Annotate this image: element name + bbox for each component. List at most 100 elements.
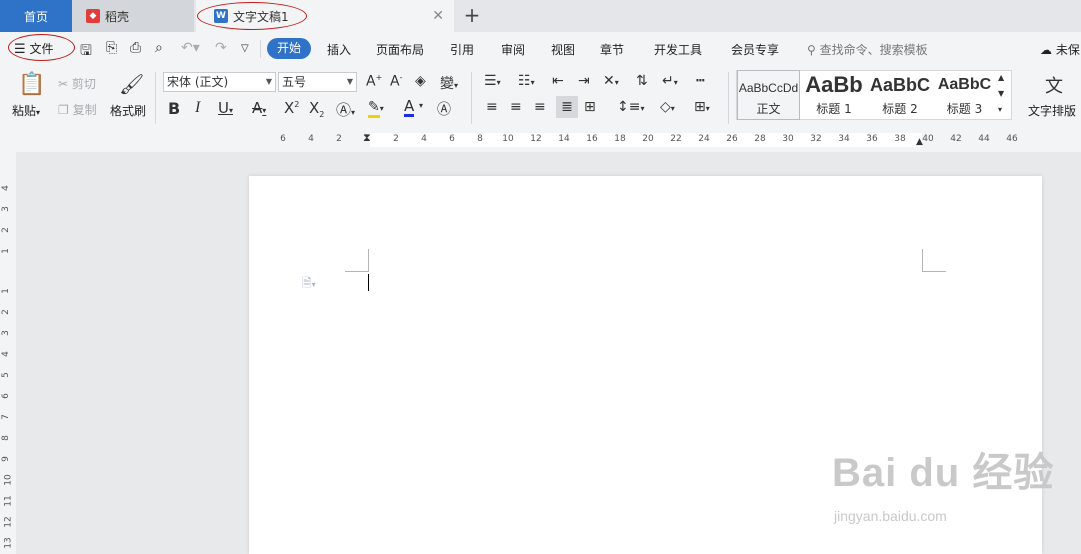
print-icon[interactable]: ⎙ [130, 40, 141, 56]
format-painter-icon[interactable]: 🖌 [119, 72, 144, 96]
style-heading-3[interactable]: AaBbC 标题 3 [933, 70, 996, 120]
undo-icon[interactable]: ↶▾ [181, 40, 200, 56]
cloud-status[interactable]: ☁ 未保 [1040, 41, 1080, 58]
paste-icon[interactable]: 📋 [18, 72, 45, 97]
superscript-icon[interactable]: X2 [284, 99, 299, 117]
ruler-tick: 24 [698, 134, 710, 144]
margin-corner-right [922, 249, 946, 272]
redo-icon[interactable]: ↷ [215, 40, 227, 56]
ruler-tick: 10 [502, 134, 514, 144]
paste-label: 粘贴 [12, 104, 37, 118]
ruler-tick: 13 [3, 537, 14, 549]
copy-button[interactable]: ❐ 复制 [58, 101, 97, 118]
char-border-icon[interactable]: Ⓐ [437, 99, 451, 119]
cut-button[interactable]: ✂ 剪切 [58, 75, 96, 92]
font-size-value: 五号 [282, 75, 307, 89]
menu-tab-insert[interactable]: 插入 [327, 41, 351, 58]
show-marks-icon[interactable]: ↵▾ [662, 73, 678, 89]
shading-icon[interactable]: ◇▾ [660, 99, 675, 115]
ruler-tick: 14 [558, 134, 570, 144]
menu-tab-chapter[interactable]: 章节 [600, 41, 624, 58]
docer-icon: ◆ [86, 9, 100, 23]
indent-marker-icon[interactable]: ⧗ [363, 131, 371, 145]
cloud-icon: ☁ [1040, 43, 1052, 57]
bullet-list-icon[interactable]: ☰▾ [484, 73, 501, 89]
font-name-value: 宋体 (正文) [167, 75, 229, 89]
menu-tab-view[interactable]: 视图 [551, 41, 575, 58]
style-preview: AaBbC [869, 75, 930, 95]
clear-format-icon[interactable]: ◈ [415, 73, 426, 89]
align-left-icon[interactable]: ≡ [486, 99, 498, 115]
style-preview: AaBbC [937, 76, 992, 93]
font-color-icon[interactable]: A [404, 98, 415, 117]
highlight-icon[interactable]: ✎▾ [368, 99, 384, 118]
menu-tab-start[interactable]: 开始 [267, 38, 311, 59]
paste-button[interactable]: 粘贴▾ [12, 102, 40, 119]
close-tab-icon[interactable]: ✕ [432, 8, 444, 24]
menu-tab-references[interactable]: 引用 [450, 41, 474, 58]
menu-tab-member[interactable]: 会员专享 [731, 41, 779, 58]
align-center-icon[interactable]: ≡ [510, 99, 522, 115]
tab-home[interactable]: 首页 [0, 0, 72, 32]
decrease-indent-icon[interactable]: ⇤ [552, 73, 564, 89]
ruler-tick: 9 [0, 456, 11, 462]
ruler-tick: 3 [0, 206, 11, 212]
style-label: 正文 [756, 102, 781, 116]
divider [260, 40, 261, 58]
font-name-select[interactable]: 宋体 (正文) ▼ [163, 72, 276, 92]
strikethrough-icon[interactable]: A▾ [252, 99, 266, 117]
ruler-tick: 6 [280, 134, 286, 144]
chevron-down-icon[interactable]: ▾ [419, 101, 423, 110]
line-spacing-icon[interactable]: ↕≡▾ [617, 99, 644, 115]
copy-label: 复制 [72, 103, 97, 117]
baidu-watermark-url: jingyan.baidu.com [834, 508, 947, 524]
menu-tab-page-layout[interactable]: 页面布局 [376, 41, 424, 58]
style-label: 标题 3 [946, 102, 983, 116]
save-icon[interactable]: 🖫 [80, 40, 92, 64]
menu-tab-developer[interactable]: 开发工具 [654, 41, 702, 58]
text-layout-button[interactable]: 文字排版 [1028, 102, 1076, 119]
text-layout-icon[interactable]: ⽂ [1045, 72, 1063, 98]
underline-icon[interactable]: U▾ [218, 99, 233, 117]
tab-bar: 首页 ◆ 稻壳 W 文字文稿1 ✕ + [0, 0, 1081, 32]
style-label: 标题 1 [816, 102, 852, 116]
subscript-icon[interactable]: X2 [309, 99, 324, 119]
tab-docer[interactable]: ◆ 稻壳 [72, 0, 194, 32]
ruler-tick: 12 [530, 134, 542, 144]
paragraph-layout-icon[interactable]: 🗎▾ [302, 274, 316, 295]
shrink-font-icon[interactable]: A- [390, 73, 402, 90]
style-heading-2[interactable]: AaBbC 标题 2 [867, 70, 933, 120]
divider [471, 72, 472, 124]
command-search[interactable]: ⚲ 查找命令、搜索模板 [807, 41, 928, 58]
format-painter-button[interactable]: 格式刷 [110, 102, 146, 119]
font-size-select[interactable]: 五号 ▼ [278, 72, 357, 92]
command-search-label: 查找命令、搜索模板 [819, 43, 928, 57]
borders-icon[interactable]: ⊞▾ [694, 99, 710, 115]
text-effect-icon[interactable]: Ⓐ▾ [336, 99, 355, 120]
style-preview: AaBb [805, 72, 863, 97]
chinese-layout-icon[interactable]: ✕▾ [603, 73, 619, 89]
bold-icon[interactable]: B [168, 99, 180, 118]
new-tab-button[interactable]: + [460, 3, 484, 27]
customize-toolbar-icon[interactable]: ▽ [241, 43, 249, 54]
style-normal[interactable]: AaBbCcDd 正文 [737, 70, 800, 120]
ruler-tick: 4 [0, 351, 11, 357]
ruler-tick: 6 [0, 393, 11, 399]
sort-icon[interactable]: ⇅ [636, 73, 648, 89]
export-icon[interactable]: ⎘ [106, 40, 117, 56]
italic-icon[interactable]: I [195, 99, 200, 117]
distributed-align-icon[interactable]: ⊞ [584, 99, 596, 115]
phonetic-guide-icon[interactable]: 變▾ [440, 73, 458, 93]
grow-font-icon[interactable]: A+ [366, 73, 382, 90]
increase-indent-icon[interactable]: ⇥ [578, 73, 590, 89]
styles-scroll-icon[interactable]: ▲ ▼ ▾ [998, 70, 1004, 118]
menu-tab-review[interactable]: 审阅 [501, 41, 525, 58]
ruler-tick: 40 [922, 134, 934, 144]
align-right-icon[interactable]: ≡ [534, 99, 546, 115]
justify-icon[interactable]: ≣ [556, 96, 578, 118]
right-indent-marker-icon[interactable]: ▲ [916, 137, 923, 147]
tab-stops-icon[interactable]: ┅ [696, 73, 704, 89]
numbered-list-icon[interactable]: ☷▾ [518, 73, 535, 89]
print-preview-icon[interactable]: ⌕ [155, 40, 163, 56]
style-heading-1[interactable]: AaBb 标题 1 [801, 70, 867, 120]
